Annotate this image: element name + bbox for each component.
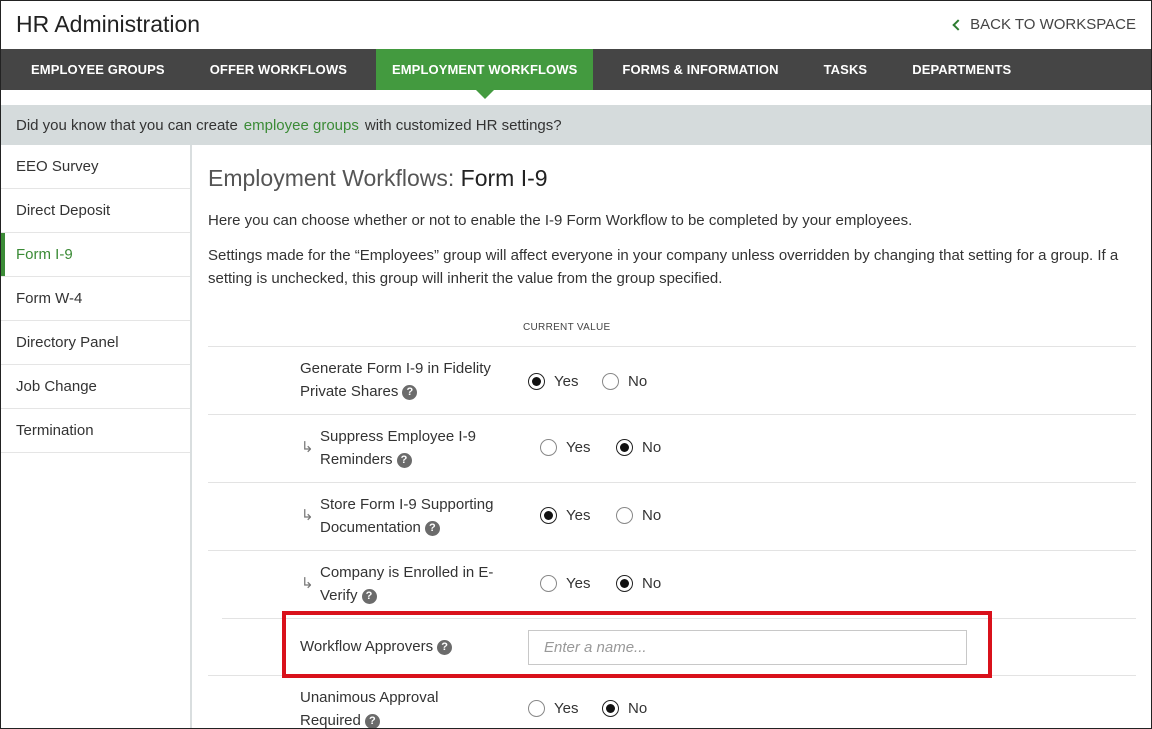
help-icon[interactable]: ? <box>396 452 412 468</box>
setting-row-workflow-approvers: Workflow Approvers? <box>222 618 1136 675</box>
sidebar-item-direct-deposit[interactable]: Direct Deposit <box>1 189 190 233</box>
radio-no-circle[interactable] <box>616 507 633 524</box>
description-intro: Here you can choose whether or not to en… <box>208 212 913 229</box>
radio-no-circle[interactable] <box>616 439 633 456</box>
nav-tab-forms-information[interactable]: FORMS & INFORMATION <box>606 49 794 90</box>
setting-label-line2: Documentation <box>320 519 421 536</box>
radio-no-label: No <box>628 700 648 717</box>
radio-yes-circle[interactable] <box>540 439 557 456</box>
radio-yes[interactable]: Yes <box>540 439 590 456</box>
radio-yes-circle[interactable] <box>540 507 557 524</box>
radio-no-label: No <box>642 575 662 592</box>
radio-no[interactable]: No <box>616 575 661 592</box>
current-value-header: CURRENT VALUE <box>523 322 611 333</box>
radio-no[interactable]: No <box>602 700 647 717</box>
setting-label-line1: Suppress Employee I-9 <box>320 428 476 445</box>
info-banner: Did you know that you can create employe… <box>1 105 1151 145</box>
radio-yes-label: Yes <box>554 700 579 717</box>
setting-label-line2: Required <box>300 712 361 729</box>
setting-label-line2: Private Shares <box>300 383 399 400</box>
help-icon[interactable]: ? <box>364 713 380 728</box>
radio-no[interactable]: No <box>602 373 647 390</box>
radio-no-label: No <box>642 439 662 456</box>
setting-label-line1: Unanimous Approval <box>300 689 439 706</box>
nav-tab-employment-workflows[interactable]: EMPLOYMENT WORKFLOWS <box>375 49 594 99</box>
sidebar-item-eeo-survey[interactable]: EEO Survey <box>1 145 190 189</box>
setting-label: Company is Enrolled in E- Verify? <box>320 561 493 607</box>
sidebar-item-directory-panel[interactable]: Directory Panel <box>1 321 190 365</box>
radio-yes-label: Yes <box>566 575 591 592</box>
sub-setting-arrow-icon: ↳ <box>301 439 314 456</box>
page-title: Employment Workflows: Form I-9 <box>208 165 548 192</box>
workflow-approvers-input[interactable] <box>528 630 967 665</box>
setting-label: Unanimous Approval Required? <box>300 686 439 729</box>
sidebar: EEO Survey Direct Deposit Form I-9 Form … <box>1 145 192 728</box>
banner-text-prefix: Did you know that you can create <box>16 116 238 134</box>
setting-row-store-documentation: ↳ Store Form I-9 Supporting Documentatio… <box>208 482 1136 550</box>
radio-yes[interactable]: Yes <box>528 373 578 390</box>
radio-yes[interactable]: Yes <box>528 700 578 717</box>
radio-yes-label: Yes <box>554 373 579 390</box>
nav-tab-offer-workflows[interactable]: OFFER WORKFLOWS <box>194 49 363 90</box>
setting-label: Store Form I-9 Supporting Documentation? <box>320 493 493 539</box>
radio-yes-label: Yes <box>566 507 591 524</box>
help-icon[interactable]: ? <box>361 588 377 604</box>
radio-yes-circle[interactable] <box>540 575 557 592</box>
sidebar-item-termination[interactable]: Termination <box>1 409 190 453</box>
radio-no-circle[interactable] <box>602 373 619 390</box>
main-nav: EMPLOYEE GROUPS OFFER WORKFLOWS EMPLOYME… <box>1 49 1151 99</box>
sidebar-item-form-w4[interactable]: Form W-4 <box>1 277 190 321</box>
help-icon[interactable]: ? <box>437 639 453 655</box>
employee-groups-link[interactable]: employee groups <box>244 117 359 134</box>
setting-label-line2: Reminders <box>320 451 393 468</box>
sidebar-item-job-change[interactable]: Job Change <box>1 365 190 409</box>
setting-label: Suppress Employee I-9 Reminders? <box>320 425 476 471</box>
setting-row-e-verify: ↳ Company is Enrolled in E- Verify? Yes … <box>208 550 1136 618</box>
setting-row-unanimous-approval: Unanimous Approval Required? Yes No <box>208 675 1136 729</box>
nav-tab-employee-groups[interactable]: EMPLOYEE GROUPS <box>15 49 181 90</box>
setting-label: Generate Form I-9 in Fidelity Private Sh… <box>300 357 491 403</box>
app-title: HR Administration <box>16 11 201 37</box>
help-icon[interactable]: ? <box>402 384 418 400</box>
page-title-form: Form I-9 <box>460 165 548 191</box>
setting-label: Workflow Approvers? <box>300 635 453 658</box>
radio-yes[interactable]: Yes <box>540 575 590 592</box>
back-to-workspace-link[interactable]: BACK TO WORKSPACE <box>952 16 1136 33</box>
header: HR Administration BACK TO WORKSPACE <box>1 1 1151 49</box>
radio-yes[interactable]: Yes <box>540 507 590 524</box>
radio-no-circle[interactable] <box>602 700 619 717</box>
setting-row-suppress-reminders: ↳ Suppress Employee I-9 Reminders? Yes N… <box>208 414 1136 482</box>
nav-tab-departments[interactable]: DEPARTMENTS <box>896 49 1027 90</box>
radio-no-label: No <box>642 507 662 524</box>
setting-label-line2: Verify <box>320 587 358 604</box>
setting-label-text: Workflow Approvers <box>300 638 434 655</box>
setting-row-generate-i9: Generate Form I-9 in Fidelity Private Sh… <box>208 346 1136 414</box>
radio-yes-circle[interactable] <box>528 373 545 390</box>
description-settings: Settings made for the “Employees” group … <box>208 247 1119 287</box>
radio-no-circle[interactable] <box>616 575 633 592</box>
nav-tab-tasks[interactable]: TASKS <box>808 49 884 90</box>
sub-setting-arrow-icon: ↳ <box>301 575 314 592</box>
setting-label-line1: Generate Form I-9 in Fidelity <box>300 360 491 377</box>
radio-no[interactable]: No <box>616 439 661 456</box>
sidebar-item-form-i9[interactable]: Form I-9 <box>1 233 190 277</box>
sub-setting-arrow-icon: ↳ <box>301 507 314 524</box>
radio-yes-circle[interactable] <box>528 700 545 717</box>
radio-no[interactable]: No <box>616 507 661 524</box>
page-title-prefix: Employment Workflows: <box>208 165 455 191</box>
back-to-workspace-label: BACK TO WORKSPACE <box>970 16 1136 33</box>
chevron-left-icon <box>952 18 964 31</box>
radio-yes-label: Yes <box>566 439 591 456</box>
app-window: HR Administration BACK TO WORKSPACE EMPL… <box>0 0 1152 729</box>
help-icon[interactable]: ? <box>424 520 440 536</box>
banner-text-suffix: with customized HR settings? <box>364 116 562 134</box>
radio-no-label: No <box>628 373 648 390</box>
setting-label-line1: Company is Enrolled in E- <box>320 564 494 581</box>
setting-label-line1: Store Form I-9 Supporting <box>320 496 494 513</box>
